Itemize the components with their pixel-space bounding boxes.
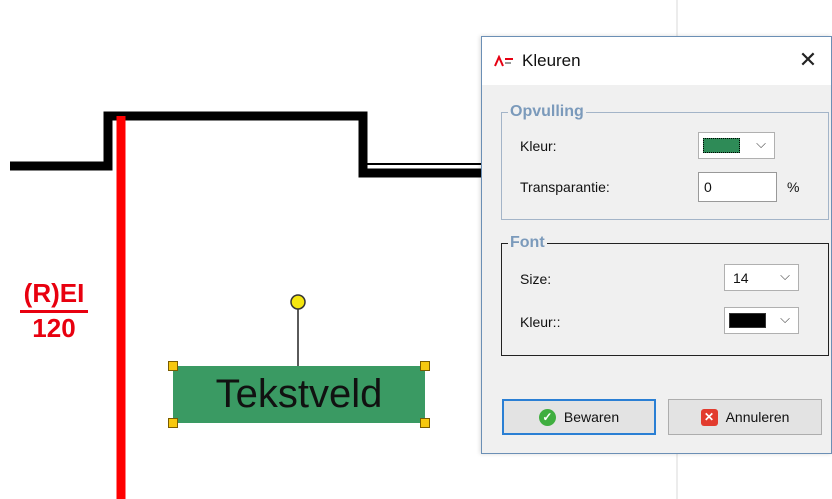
fill-group-legend: Opvulling [510,103,584,120]
transparency-input[interactable]: 0 [698,172,777,202]
app-logo-icon [494,55,513,67]
rotate-handle[interactable] [290,294,306,310]
resize-handle-bottom-right[interactable] [420,418,430,428]
close-icon: ✕ [798,47,818,72]
fill-color-swatch [703,138,740,153]
resize-handle-top-left[interactable] [168,361,178,371]
chevron-down-icon: ⌵ [780,268,790,283]
save-button[interactable]: ✓ Bewaren [502,399,656,435]
font-size-value: 14 [733,270,749,286]
fire-rating-minutes: 120 [20,310,88,343]
fire-rating-class: (R)EI [23,278,85,308]
cancel-button[interactable]: ✕ Annuleren [668,399,822,435]
colors-dialog: Kleuren ✕ Opvulling Kleur: ⌵ Transparant… [481,36,832,454]
chevron-down-icon: ⌵ [780,311,790,326]
text-field-text: Tekstveld [215,372,383,416]
cancel-button-label: Annuleren [725,409,790,425]
transparency-unit: % [787,179,800,195]
font-group: Font [501,234,829,356]
font-color-swatch [729,313,766,328]
font-size-select[interactable]: 14 ⌵ [724,264,799,291]
cancel-icon: ✕ [700,408,718,426]
transparency-label: Transparantie: [520,179,610,195]
dialog-titlebar[interactable]: Kleuren ✕ [482,37,831,85]
dialog-title: Kleuren [522,51,581,70]
chevron-down-icon: ⌵ [756,136,766,151]
fill-color-label: Kleur: [520,138,557,154]
resize-handle-bottom-left[interactable] [168,418,178,428]
fill-color-picker[interactable]: ⌵ [698,132,775,159]
close-button[interactable]: ✕ [785,43,831,77]
font-group-legend: Font [510,234,545,251]
font-color-picker[interactable]: ⌵ [724,307,799,334]
fire-rating-label: (R)EI 120 [20,278,88,343]
font-color-label: Kleur:: [520,314,561,330]
fill-group: Opvulling [501,103,829,220]
save-button-label: Bewaren [563,409,620,425]
text-field-shape[interactable]: Tekstveld [173,366,425,423]
checkmark-icon: ✓ [538,408,556,426]
resize-handle-top-right[interactable] [420,361,430,371]
font-size-label: Size: [520,271,552,287]
